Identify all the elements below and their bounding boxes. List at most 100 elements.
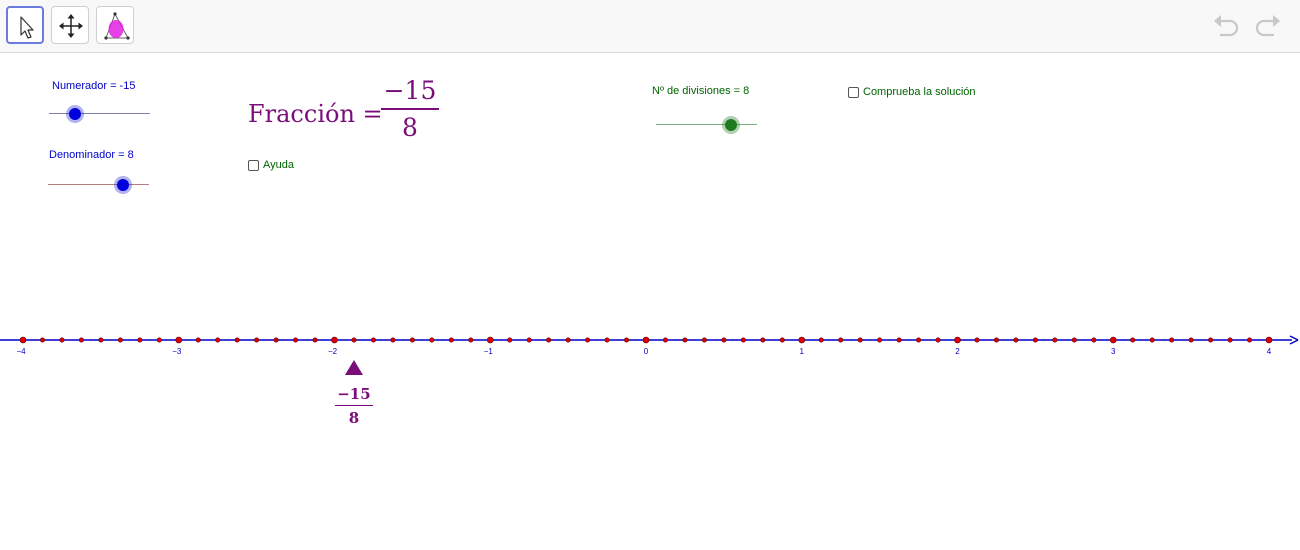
division-point <box>1208 337 1214 343</box>
tick-label: −3 <box>172 347 182 356</box>
division-point <box>1091 337 1097 343</box>
help-checkbox-row[interactable]: Ayuda <box>248 159 294 171</box>
fraction-numerator: −15 <box>383 76 437 105</box>
division-point <box>604 337 610 343</box>
division-point <box>1188 337 1194 343</box>
divisions-slider[interactable] <box>656 116 757 134</box>
toolbar <box>0 0 1300 53</box>
fraction-denominator: 8 <box>402 112 418 142</box>
marker-denominator: 8 <box>348 409 360 427</box>
fraction-bar <box>381 108 439 110</box>
division-point <box>721 337 727 343</box>
numerator-slider[interactable] <box>49 105 150 123</box>
division-point <box>798 336 806 344</box>
division-point <box>682 337 688 343</box>
numerator-slider-label: Numerador = -15 <box>52 80 136 92</box>
division-point <box>156 337 162 343</box>
division-point <box>117 337 123 343</box>
move-arrows-icon <box>59 14 83 38</box>
division-point <box>429 337 435 343</box>
division-point <box>273 337 279 343</box>
division-point <box>507 337 513 343</box>
divisions-slider-knob[interactable] <box>725 119 737 131</box>
division-point <box>351 337 357 343</box>
division-point <box>234 337 240 343</box>
division-point <box>1227 337 1233 343</box>
tick-label: −4 <box>16 347 26 356</box>
division-point <box>838 337 844 343</box>
division-point <box>585 337 591 343</box>
division-point <box>175 336 183 344</box>
division-point <box>779 337 785 343</box>
division-point <box>254 337 260 343</box>
division-point <box>390 337 396 343</box>
division-point <box>312 337 318 343</box>
undo-icon[interactable] <box>1214 15 1239 37</box>
division-point <box>19 336 27 344</box>
marker-fraction-label: −15 8 <box>333 385 375 427</box>
division-point <box>448 337 454 343</box>
division-point <box>370 337 376 343</box>
division-point <box>935 337 941 343</box>
division-point <box>993 337 999 343</box>
redo-icon[interactable] <box>1255 15 1280 37</box>
division-point <box>486 336 494 344</box>
division-point <box>1130 337 1136 343</box>
tick-label: −2 <box>328 347 338 356</box>
division-point <box>195 337 201 343</box>
division-point <box>1265 336 1273 344</box>
tick-label: 2 <box>955 347 960 356</box>
undo-redo-group <box>1214 15 1280 37</box>
division-point <box>1071 337 1077 343</box>
division-point <box>39 337 45 343</box>
cursor-arrow-icon <box>20 16 34 39</box>
division-point <box>1169 337 1175 343</box>
numerator-slider-knob[interactable] <box>69 108 81 120</box>
division-point <box>760 337 766 343</box>
division-point <box>818 337 824 343</box>
division-point <box>974 337 980 343</box>
division-point <box>896 337 902 343</box>
division-point <box>98 337 104 343</box>
check-solution-label: Comprueba la solución <box>863 86 976 98</box>
pointer-tool-button[interactable] <box>6 6 44 44</box>
division-point <box>546 337 552 343</box>
denominator-slider[interactable] <box>48 176 149 194</box>
tick-label: 3 <box>1111 347 1116 356</box>
division-point <box>1013 337 1019 343</box>
division-point <box>662 337 668 343</box>
division-point <box>293 337 299 343</box>
help-checkbox-label: Ayuda <box>263 159 294 171</box>
division-point <box>1032 337 1038 343</box>
triangle-circle-icon <box>104 12 130 40</box>
tick-label: 4 <box>1267 347 1272 356</box>
divisions-slider-label: Nº de divisiones = 8 <box>652 85 750 97</box>
division-point <box>624 337 630 343</box>
tick-label: −1 <box>484 347 494 356</box>
division-point <box>916 337 922 343</box>
division-point <box>701 337 707 343</box>
check-solution-checkbox-row[interactable]: Comprueba la solución <box>848 86 976 98</box>
fraction-marker[interactable] <box>344 360 363 375</box>
help-checkbox[interactable] <box>248 159 259 171</box>
division-point <box>468 337 474 343</box>
move-graphics-tool-button[interactable] <box>51 6 89 44</box>
check-solution-checkbox[interactable] <box>848 86 859 98</box>
denominator-slider-knob[interactable] <box>117 179 129 191</box>
denominator-slider-label: Denominador = 8 <box>49 149 134 161</box>
division-point <box>1247 337 1253 343</box>
division-point <box>954 336 961 344</box>
division-point <box>877 337 883 343</box>
fraction-title: Fracción = <box>248 100 383 128</box>
tick-label: 1 <box>800 347 805 356</box>
division-point <box>1109 336 1117 344</box>
division-point <box>215 337 221 343</box>
division-point <box>857 337 863 343</box>
division-point <box>565 337 571 343</box>
division-point <box>78 337 84 343</box>
division-point <box>409 337 415 343</box>
division-point <box>526 337 532 343</box>
polygon-tool-button[interactable] <box>96 6 134 44</box>
division-point <box>137 337 143 343</box>
marker-fraction-bar <box>334 405 373 406</box>
